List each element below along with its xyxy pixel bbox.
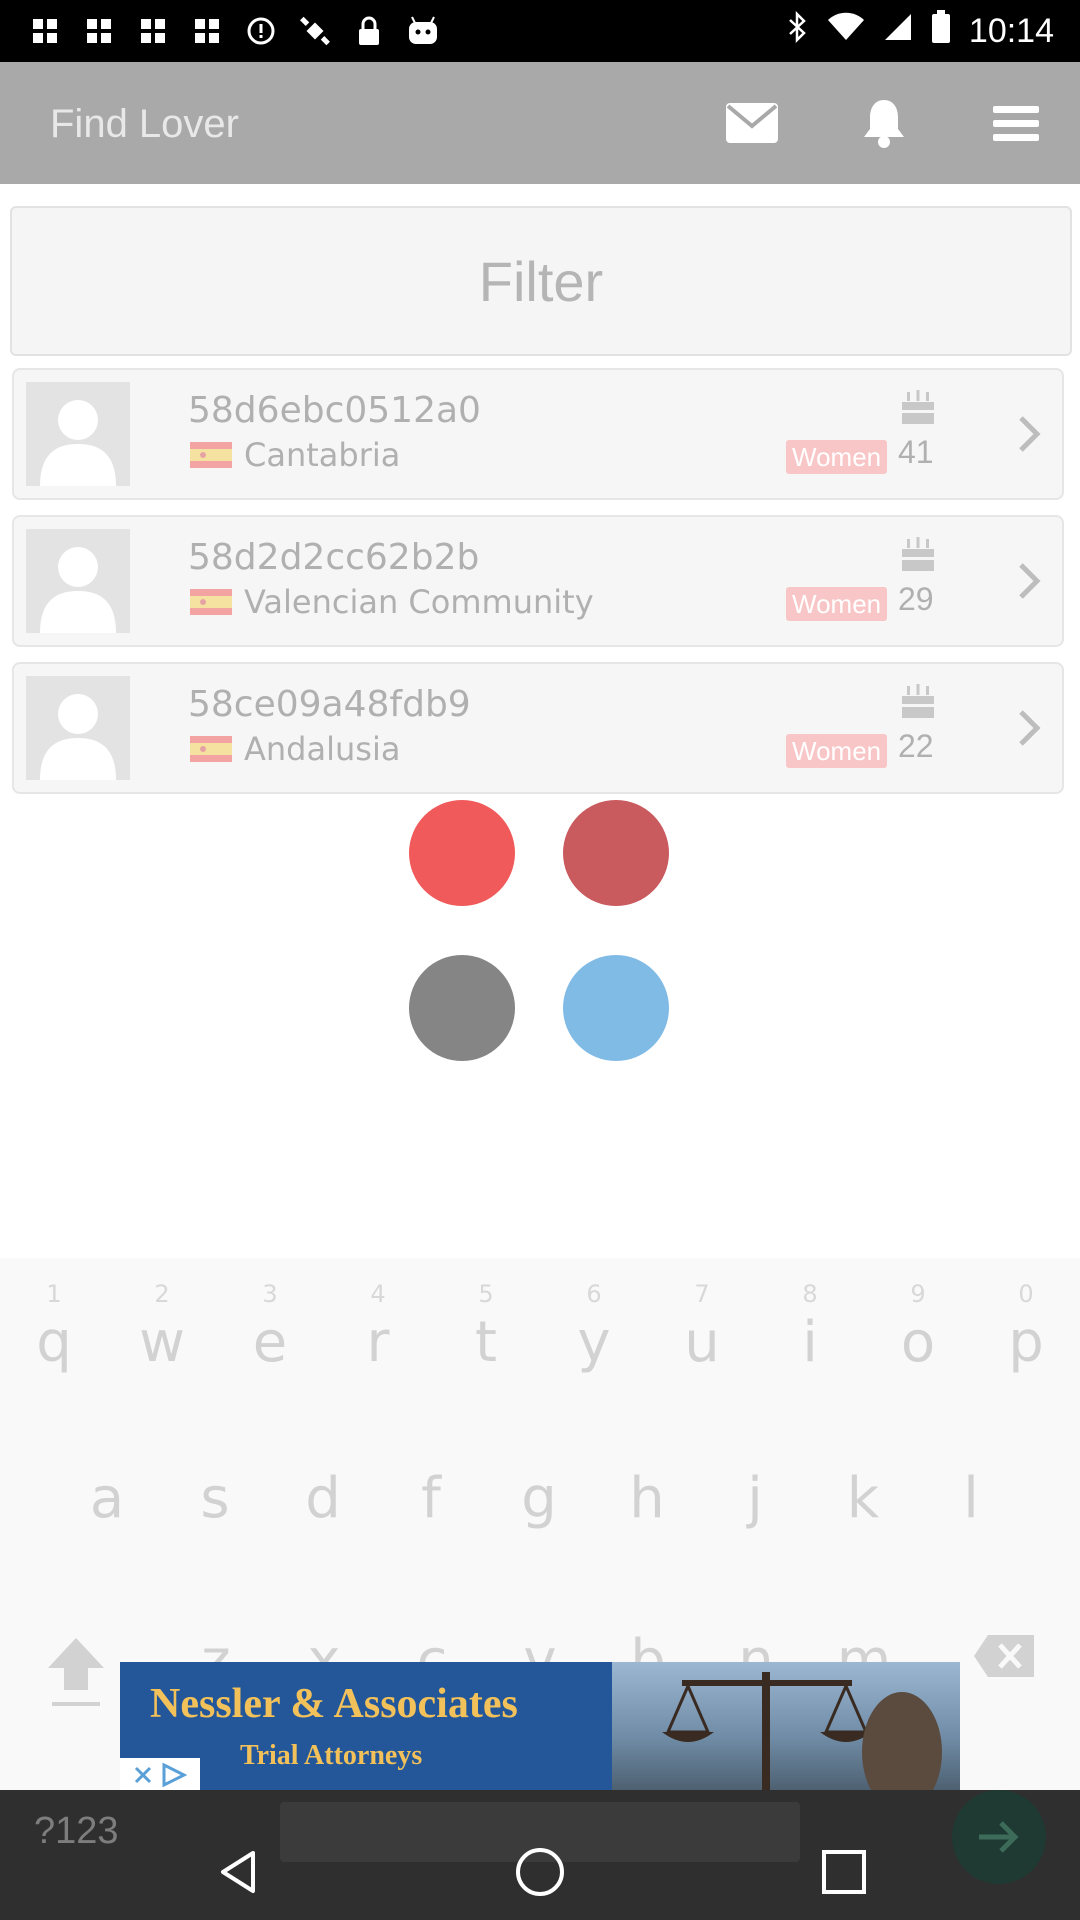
home-icon (516, 1848, 564, 1896)
status-icons-left (28, 14, 440, 48)
key-q[interactable]: 1q (22, 1280, 86, 1375)
avatar (26, 529, 130, 633)
avatar (26, 382, 130, 486)
android-icon (406, 14, 440, 48)
key-i[interactable]: 8i (778, 1280, 842, 1375)
alert-icon (244, 14, 278, 48)
ad-subline: Trial Attorneys (240, 1740, 423, 1771)
mail-icon (726, 103, 778, 143)
status-icons-right: 10:14 (787, 10, 1054, 52)
key-s[interactable]: s (183, 1466, 247, 1531)
key-p[interactable]: 0p (994, 1280, 1058, 1375)
home-button[interactable] (510, 1842, 570, 1902)
age: 29 (898, 581, 934, 617)
key-j[interactable]: j (723, 1466, 787, 1531)
lock-icon (352, 14, 386, 48)
ad-choices-icon[interactable] (160, 1762, 188, 1788)
username: 58ce09a48fdb9 (188, 684, 471, 725)
age: 41 (898, 434, 934, 470)
filter-label: Filter (478, 249, 604, 313)
region: Valencian Community (244, 583, 594, 621)
shift-icon (48, 1638, 104, 1706)
recents-button[interactable] (814, 1842, 874, 1902)
birthday-cake-icon (902, 684, 934, 718)
key-r[interactable]: 4r (346, 1280, 410, 1375)
username: 58d2d2cc62b2b (188, 537, 480, 578)
status-bar: 10:14 (0, 0, 1080, 62)
birthday-cake-icon (902, 537, 934, 571)
backspace-key[interactable] (972, 1628, 1036, 1680)
back-icon (221, 1851, 255, 1893)
app-title: Find Lover (50, 102, 239, 146)
bell-icon (864, 100, 904, 148)
ad-choices[interactable] (120, 1758, 200, 1792)
app-bar: Find Lover (0, 62, 1080, 184)
navigation-bar (0, 1822, 1080, 1920)
mail-button[interactable] (724, 98, 780, 148)
birthday-cake-icon (902, 390, 934, 424)
region: Andalusia (244, 730, 401, 768)
spain-flag-icon (190, 442, 232, 468)
chevron-right-icon (1019, 563, 1041, 599)
key-g[interactable]: g (507, 1466, 571, 1531)
gender-badge: Women (786, 734, 888, 768)
key-d[interactable]: d (291, 1466, 355, 1531)
key-a[interactable]: a (75, 1466, 139, 1531)
close-icon[interactable] (132, 1764, 154, 1786)
profile-row[interactable]: 58d2d2cc62b2b Valencian Community Women … (12, 515, 1064, 647)
news-icon (190, 14, 224, 48)
news-icon (136, 14, 170, 48)
loading-dot (409, 955, 515, 1061)
news-icon (28, 14, 62, 48)
loading-dot (409, 800, 515, 906)
key-h[interactable]: h (615, 1466, 679, 1531)
ad-headline: Nessler & Associates (150, 1681, 518, 1727)
battery-icon (931, 10, 951, 52)
loading-dot (563, 800, 669, 906)
chevron-right-icon (1019, 710, 1041, 746)
key-o[interactable]: 9o (886, 1280, 950, 1375)
region: Cantabria (244, 436, 401, 474)
age: 22 (898, 728, 934, 764)
gender-badge: Women (786, 440, 888, 474)
news-icon (82, 14, 116, 48)
ad-banner[interactable]: Nessler & Associates Trial Attorneys (120, 1662, 960, 1792)
key-k[interactable]: k (831, 1466, 895, 1531)
key-u[interactable]: 7u (670, 1280, 734, 1375)
ad-image (612, 1662, 960, 1792)
signal-icon (883, 12, 913, 50)
profile-row[interactable]: 58ce09a48fdb9 Andalusia Women 22 (12, 662, 1064, 794)
key-e[interactable]: 3e (238, 1280, 302, 1375)
username: 58d6ebc0512a0 (188, 390, 481, 431)
key-t[interactable]: 5t (454, 1280, 518, 1375)
bluetooth-icon (787, 10, 809, 51)
menu-button[interactable] (988, 98, 1044, 148)
avatar (26, 676, 130, 780)
shift-key[interactable] (40, 1628, 112, 1706)
notifications-button[interactable] (856, 98, 912, 148)
key-f[interactable]: f (399, 1466, 463, 1531)
loading-dot (563, 955, 669, 1061)
menu-icon (993, 106, 1039, 141)
clock: 10:14 (968, 11, 1054, 50)
back-button[interactable] (208, 1842, 268, 1902)
spain-flag-icon (190, 736, 232, 762)
filter-button[interactable]: Filter (10, 206, 1072, 356)
key-w[interactable]: 2w (130, 1280, 194, 1375)
gender-badge: Women (786, 587, 888, 621)
wifi-icon (827, 12, 865, 50)
key-l[interactable]: l (939, 1466, 1003, 1531)
chevron-right-icon (1019, 416, 1041, 452)
key-y[interactable]: 6y (562, 1280, 626, 1375)
profile-row[interactable]: 58d6ebc0512a0 Cantabria Women 41 (12, 368, 1064, 500)
recents-icon (822, 1850, 866, 1894)
spain-flag-icon (190, 589, 232, 615)
satellite-icon (298, 14, 332, 48)
backspace-icon (974, 1635, 1034, 1677)
